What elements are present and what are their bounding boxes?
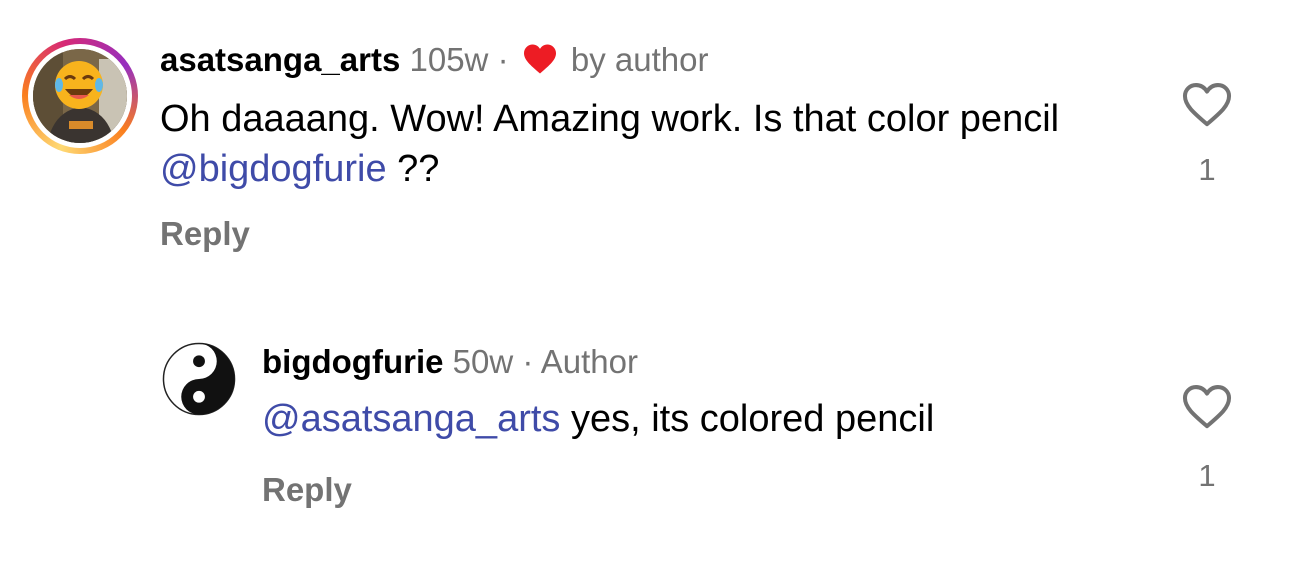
comment-text: @asatsanga_arts yes, its colored pencil: [262, 398, 935, 440]
comment-item: asatsanga_arts 105w · by author Oh daaaa…: [0, 30, 1290, 280]
reply-button[interactable]: Reply: [262, 470, 352, 510]
heart-filled-icon: [523, 44, 556, 74]
mention-link[interactable]: @asatsanga_arts: [262, 398, 560, 440]
timestamp: 50w: [452, 343, 514, 380]
liked-by-author-label: by author: [570, 41, 709, 78]
like-count[interactable]: 1: [1187, 456, 1227, 496]
mention-link[interactable]: @bigdogfurie: [160, 148, 387, 190]
comment-meta: bigdogfurie 50w · Author: [262, 342, 638, 382]
comment-text: Oh daaaang. Wow! Amazing work. Is that c…: [160, 98, 1060, 190]
heart-outline-icon: [1182, 83, 1232, 127]
like-button[interactable]: [1182, 82, 1232, 128]
avatar-story-ring[interactable]: [22, 38, 138, 154]
separator: ·: [497, 41, 509, 78]
author-badge: Author: [540, 343, 638, 380]
comment-meta: asatsanga_arts 105w · by author: [160, 40, 709, 80]
separator: ·: [522, 343, 534, 380]
username[interactable]: asatsanga_arts: [160, 41, 400, 78]
heart-outline-icon: [1182, 385, 1232, 429]
reply-comment-item: bigdogfurie 50w · Author @asatsanga_arts…: [0, 330, 1290, 550]
yin-yang-icon: [162, 342, 236, 416]
like-count[interactable]: 1: [1187, 150, 1227, 190]
profile-photo: [33, 49, 127, 143]
timestamp: 105w: [409, 41, 489, 78]
username[interactable]: bigdogfurie: [262, 343, 443, 380]
like-button[interactable]: [1182, 384, 1232, 430]
reply-button[interactable]: Reply: [160, 214, 250, 254]
avatar: [33, 49, 127, 143]
avatar[interactable]: [162, 342, 236, 416]
